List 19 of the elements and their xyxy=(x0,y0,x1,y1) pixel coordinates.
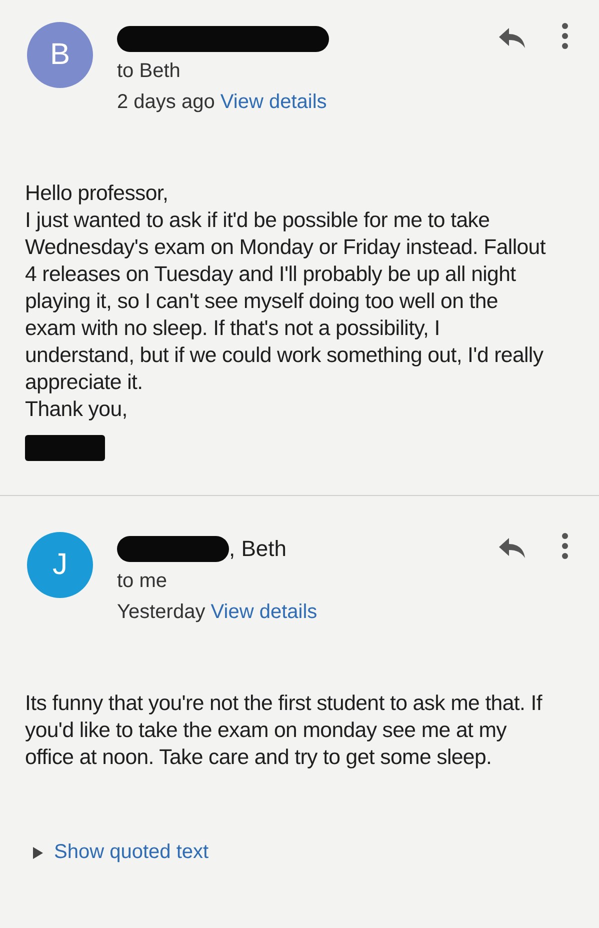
message-text: Thank you, xyxy=(25,396,128,423)
timestamp: Yesterday xyxy=(117,601,206,623)
avatar: J xyxy=(27,532,93,598)
triangle-icon xyxy=(32,846,44,860)
more-options-icon[interactable] xyxy=(561,532,569,560)
message-text: Its funny that you're not the first student to ask me that. If you'd like to take the exam on monday see me at my office at noon. Take care and try to get some sleep. xyxy=(25,690,544,771)
view-details-link[interactable]: View details xyxy=(210,601,318,623)
recipient-text: to Beth xyxy=(117,60,182,83)
view-details-link[interactable]: View details xyxy=(220,91,327,113)
sender-name: , Beth xyxy=(229,536,286,562)
avatar: B xyxy=(27,22,93,88)
reply-icon[interactable] xyxy=(497,26,527,50)
more-options-icon[interactable] xyxy=(561,22,569,50)
show-quoted-text-link[interactable]: Show quoted text xyxy=(32,841,599,864)
timestamp: 2 days ago xyxy=(117,91,215,113)
message-text: Hello professor, xyxy=(25,180,170,207)
message-text: I just wanted to ask if it'd be possible for me to take Wednesday's exam on Monday or Friday instead. Fallout 4 releases on Tuesday and I'll probably be up all night playing it, so I can't see myself doing too well on the exam with no sleep. If that's not a possibility, I understand, but if we could work something out, I'd really appreciate it. xyxy=(25,207,547,396)
recipient-text: to me xyxy=(117,570,168,593)
reply-icon[interactable] xyxy=(497,536,527,560)
